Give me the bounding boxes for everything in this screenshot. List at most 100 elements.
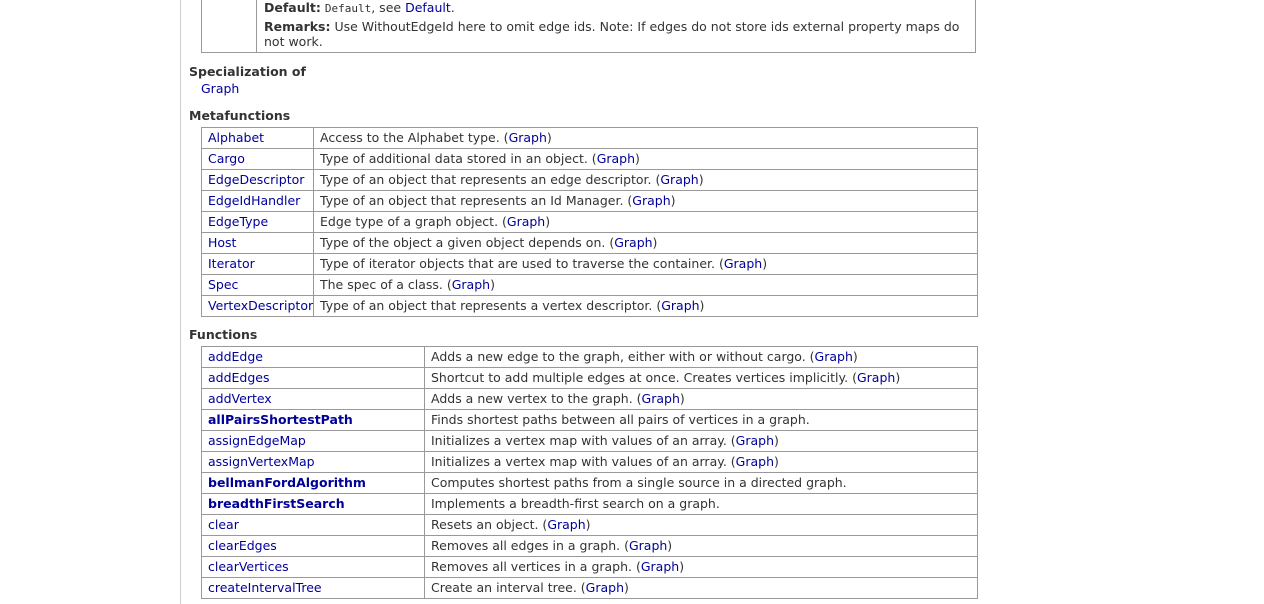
entry-link[interactable]: addEdge: [208, 349, 263, 364]
name-cell: clear: [201, 514, 425, 536]
name-cell: allPairsShortestPath: [201, 409, 425, 431]
graph-ref-link[interactable]: Graph: [724, 256, 762, 271]
description-end: ): [652, 235, 658, 250]
entry-link[interactable]: EdgeDescriptor: [208, 172, 304, 187]
name-cell: EdgeDescriptor: [201, 169, 314, 191]
graph-ref-link[interactable]: Graph: [641, 559, 679, 574]
table-row: createIntervalTree Create an interval tre…: [201, 577, 978, 599]
description-text: Initializes a vertex map with values of …: [431, 433, 736, 448]
description-cell: Type of an object that represents an edg…: [313, 169, 978, 191]
graph-ref-link[interactable]: Graph: [736, 454, 774, 469]
description-end: ): [585, 517, 591, 532]
description-cell: Adds a new vertex to the graph. (Graph): [424, 388, 978, 410]
description-cell: Type of an object that represents a vert…: [313, 295, 978, 317]
default-code: Default: [324, 2, 372, 15]
graph-ref-link[interactable]: Graph: [632, 193, 670, 208]
description-cell: The spec of a class. (Graph): [313, 274, 978, 296]
entry-link[interactable]: addEdges: [208, 370, 270, 385]
name-cell: assignVertexMap: [201, 451, 425, 473]
entry-link[interactable]: Iterator: [208, 256, 255, 271]
table-row: clear Resets an object. (Graph): [201, 514, 978, 536]
functions-heading: Functions: [189, 327, 258, 342]
graph-ref-link[interactable]: Graph: [642, 391, 680, 406]
description-text: The spec of a class. (: [320, 277, 452, 292]
graph-ref-link[interactable]: Graph: [614, 235, 652, 250]
entry-link[interactable]: VertexDescriptor: [208, 298, 313, 313]
description-end: ): [490, 277, 495, 292]
name-cell: addEdge: [201, 346, 425, 368]
graph-ref-link[interactable]: Graph: [815, 349, 853, 364]
table-row: allPairsShortestPath Finds shortest paths…: [201, 409, 978, 431]
remarks-text: Use WithoutEdgeId here to omit edge ids.…: [264, 19, 960, 49]
description-end: ): [774, 433, 779, 448]
table-row: VertexDescriptor Type of an object that r…: [201, 295, 978, 317]
description-cell: Type of the object a given object depend…: [313, 232, 978, 254]
graph-ref-link[interactable]: Graph: [547, 517, 585, 532]
graph-ref-link[interactable]: Graph: [661, 298, 699, 313]
entry-link[interactable]: assignEdgeMap: [208, 433, 306, 448]
functions-table: addEdge Adds a new edge to the graph, eit…: [201, 346, 978, 599]
table-row: assignVertexMap Initializes a vertex map …: [201, 451, 978, 473]
graph-ref-link[interactable]: Graph: [586, 580, 624, 595]
table-row: assignEdgeMap Initializes a vertex map wi…: [201, 430, 978, 452]
entry-link[interactable]: allPairsShortestPath: [208, 412, 353, 427]
name-cell: VertexDescriptor: [201, 295, 314, 317]
graph-ref-link[interactable]: Graph: [629, 538, 667, 553]
description-text: Type of the object a given object depend…: [320, 235, 615, 250]
entry-link[interactable]: clearVertices: [208, 559, 289, 574]
description-end: ): [545, 214, 551, 229]
description-cell: Type of an object that represents an Id …: [313, 190, 978, 212]
entry-link[interactable]: EdgeIdHandler: [208, 193, 300, 208]
entry-link[interactable]: clear: [208, 517, 239, 532]
entry-link[interactable]: Host: [208, 235, 236, 250]
description-end: ): [774, 454, 779, 469]
description-text: Removes all edges in a graph. (: [431, 538, 629, 553]
table-row: Cargo Type of additional data stored in a…: [201, 148, 978, 170]
graph-ref-link[interactable]: Graph: [452, 277, 490, 292]
table-row: breadthFirstSearch Implements a breadth-f…: [201, 493, 978, 515]
name-cell: Cargo: [201, 148, 314, 170]
entry-link[interactable]: addVertex: [208, 391, 272, 406]
entry-link[interactable]: EdgeType: [208, 214, 268, 229]
entry-link[interactable]: clearEdges: [208, 538, 277, 553]
graph-ref-link[interactable]: Graph: [509, 130, 547, 145]
name-cell: clearVertices: [201, 556, 425, 578]
param-column-divider: [256, 0, 257, 52]
entry-link[interactable]: bellmanFordAlgorithm: [208, 475, 366, 490]
entry-link[interactable]: Spec: [208, 277, 238, 292]
entry-link[interactable]: Alphabet: [208, 130, 264, 145]
name-cell: Spec: [201, 274, 314, 296]
entry-link[interactable]: Cargo: [208, 151, 245, 166]
left-border-rule: [180, 0, 181, 604]
table-row: addEdges Shortcut to add multiple edges a…: [201, 367, 978, 389]
description-text: Resets an object. (: [431, 517, 548, 532]
graph-ref-link[interactable]: Graph: [857, 370, 895, 385]
description-text: Type of additional data stored in an obj…: [320, 151, 597, 166]
name-cell: clearEdges: [201, 535, 425, 557]
entry-link[interactable]: breadthFirstSearch: [208, 496, 345, 511]
description-end: ): [624, 580, 629, 595]
entry-link[interactable]: createIntervalTree: [208, 580, 322, 595]
default-link[interactable]: Default: [405, 0, 451, 15]
description-text: Shortcut to add multiple edges at once. …: [431, 370, 857, 385]
description-end: ): [699, 298, 705, 313]
graph-ref-link[interactable]: Graph: [597, 151, 635, 166]
name-cell: bellmanFordAlgorithm: [201, 472, 425, 494]
specialization-graph-link[interactable]: Graph: [201, 81, 239, 96]
specialization-heading: Specialization of: [189, 64, 306, 79]
graph-ref-link[interactable]: Graph: [736, 433, 774, 448]
description-end: ): [670, 193, 676, 208]
name-cell: Iterator: [201, 253, 314, 275]
metafunctions-table: Alphabet Access to the Alphabet type. (Gr…: [201, 127, 978, 317]
name-cell: EdgeType: [201, 211, 314, 233]
entry-link[interactable]: assignVertexMap: [208, 454, 315, 469]
graph-ref-link[interactable]: Graph: [660, 172, 698, 187]
description-end: ): [679, 559, 685, 574]
name-cell: addVertex: [201, 388, 425, 410]
description-end: ): [667, 538, 673, 553]
name-cell: EdgeIdHandler: [201, 190, 314, 212]
graph-ref-link[interactable]: Graph: [507, 214, 545, 229]
description-cell: Initializes a vertex map with values of …: [424, 451, 978, 473]
description-end: ): [852, 349, 858, 364]
description-text: Create an interval tree. (: [431, 580, 586, 595]
